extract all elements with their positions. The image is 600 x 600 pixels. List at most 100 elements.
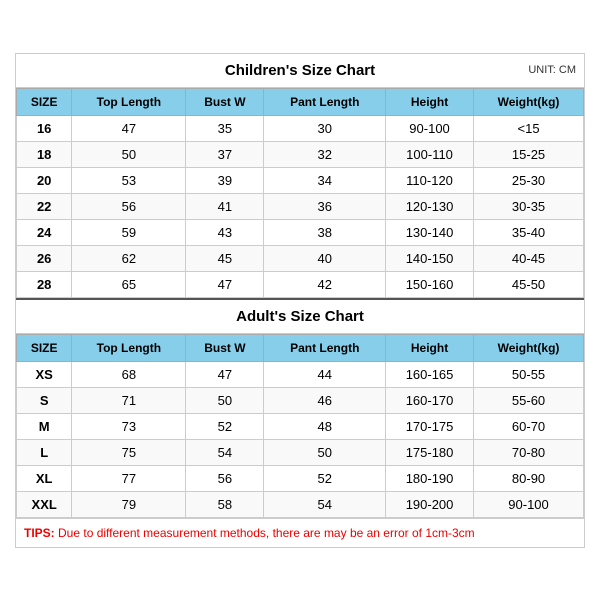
table-cell: M [17, 413, 72, 439]
table-cell: 24 [17, 219, 72, 245]
unit-label: UNIT: CM [528, 64, 576, 76]
table-cell: 18 [17, 141, 72, 167]
table-cell: 26 [17, 245, 72, 271]
table-cell: 60-70 [474, 413, 584, 439]
table-cell: 58 [186, 491, 264, 517]
table-cell: 43 [186, 219, 264, 245]
table-row: 18503732100-11015-25 [17, 141, 584, 167]
adult-table: SIZE Top Length Bust W Pant Length Heigh… [16, 334, 584, 518]
children-table: SIZE Top Length Bust W Pant Length Heigh… [16, 88, 584, 298]
table-cell: 37 [186, 141, 264, 167]
table-row: XXL795854190-20090-100 [17, 491, 584, 517]
table-cell: 79 [72, 491, 186, 517]
table-cell: 90-100 [474, 491, 584, 517]
table-cell: 46 [264, 387, 386, 413]
adult-table-body: XS684744160-16550-55S715046160-17055-60M… [17, 361, 584, 517]
table-row: XL775652180-19080-90 [17, 465, 584, 491]
adult-col-top-length: Top Length [72, 334, 186, 361]
table-cell: 90-100 [386, 115, 474, 141]
children-col-weight: Weight(kg) [474, 88, 584, 115]
table-cell: 56 [72, 193, 186, 219]
table-row: 28654742150-16045-50 [17, 271, 584, 297]
size-chart-container: Children's Size Chart UNIT: CM SIZE Top … [15, 53, 585, 548]
table-row: L755450175-18070-80 [17, 439, 584, 465]
table-cell: 55-60 [474, 387, 584, 413]
table-cell: 150-160 [386, 271, 474, 297]
table-cell: 54 [264, 491, 386, 517]
children-col-height: Height [386, 88, 474, 115]
table-cell: 65 [72, 271, 186, 297]
table-cell: 73 [72, 413, 186, 439]
table-cell: 15-25 [474, 141, 584, 167]
table-cell: 40-45 [474, 245, 584, 271]
table-row: XS684744160-16550-55 [17, 361, 584, 387]
table-cell: 35 [186, 115, 264, 141]
children-col-pant-length: Pant Length [264, 88, 386, 115]
table-cell: 54 [186, 439, 264, 465]
table-cell: 35-40 [474, 219, 584, 245]
table-cell: 130-140 [386, 219, 474, 245]
table-cell: 20 [17, 167, 72, 193]
table-cell: 190-200 [386, 491, 474, 517]
table-cell: 45-50 [474, 271, 584, 297]
table-cell: 30-35 [474, 193, 584, 219]
table-cell: 42 [264, 271, 386, 297]
table-cell: 71 [72, 387, 186, 413]
adult-col-pant-length: Pant Length [264, 334, 386, 361]
table-cell: 16 [17, 115, 72, 141]
table-cell: 170-175 [386, 413, 474, 439]
table-cell: 47 [186, 271, 264, 297]
table-cell: 38 [264, 219, 386, 245]
children-table-header: SIZE Top Length Bust W Pant Length Heigh… [17, 88, 584, 115]
adult-col-bust-w: Bust W [186, 334, 264, 361]
table-cell: 36 [264, 193, 386, 219]
table-cell: 77 [72, 465, 186, 491]
table-cell: 52 [186, 413, 264, 439]
table-cell: 40 [264, 245, 386, 271]
table-cell: S [17, 387, 72, 413]
table-cell: 47 [186, 361, 264, 387]
table-cell: 48 [264, 413, 386, 439]
table-cell: <15 [474, 115, 584, 141]
table-cell: 32 [264, 141, 386, 167]
table-cell: 45 [186, 245, 264, 271]
table-cell: 50 [264, 439, 386, 465]
table-cell: XXL [17, 491, 72, 517]
table-cell: 120-130 [386, 193, 474, 219]
table-cell: 34 [264, 167, 386, 193]
table-cell: 25-30 [474, 167, 584, 193]
table-cell: 180-190 [386, 465, 474, 491]
children-col-top-length: Top Length [72, 88, 186, 115]
table-cell: 47 [72, 115, 186, 141]
table-cell: 160-165 [386, 361, 474, 387]
adult-table-header: SIZE Top Length Bust W Pant Length Heigh… [17, 334, 584, 361]
children-table-body: 1647353090-100<1518503732100-11015-25205… [17, 115, 584, 297]
table-cell: 70-80 [474, 439, 584, 465]
adult-section-title: Adult's Size Chart [16, 298, 584, 334]
children-col-bust-w: Bust W [186, 88, 264, 115]
table-cell: 28 [17, 271, 72, 297]
table-row: 20533934110-12025-30 [17, 167, 584, 193]
table-cell: 59 [72, 219, 186, 245]
table-cell: 140-150 [386, 245, 474, 271]
table-cell: L [17, 439, 72, 465]
table-cell: 53 [72, 167, 186, 193]
table-cell: 50 [186, 387, 264, 413]
table-cell: XS [17, 361, 72, 387]
adult-col-size: SIZE [17, 334, 72, 361]
table-cell: 175-180 [386, 439, 474, 465]
table-cell: 68 [72, 361, 186, 387]
table-cell: 30 [264, 115, 386, 141]
table-cell: 100-110 [386, 141, 474, 167]
children-title-text: Children's Size Chart [225, 62, 375, 79]
table-cell: 41 [186, 193, 264, 219]
children-section-title: Children's Size Chart UNIT: CM [16, 54, 584, 88]
table-row: 26624540140-15040-45 [17, 245, 584, 271]
table-row: 22564136120-13030-35 [17, 193, 584, 219]
table-cell: XL [17, 465, 72, 491]
table-cell: 56 [186, 465, 264, 491]
table-cell: 50-55 [474, 361, 584, 387]
table-cell: 52 [264, 465, 386, 491]
table-cell: 110-120 [386, 167, 474, 193]
table-cell: 62 [72, 245, 186, 271]
